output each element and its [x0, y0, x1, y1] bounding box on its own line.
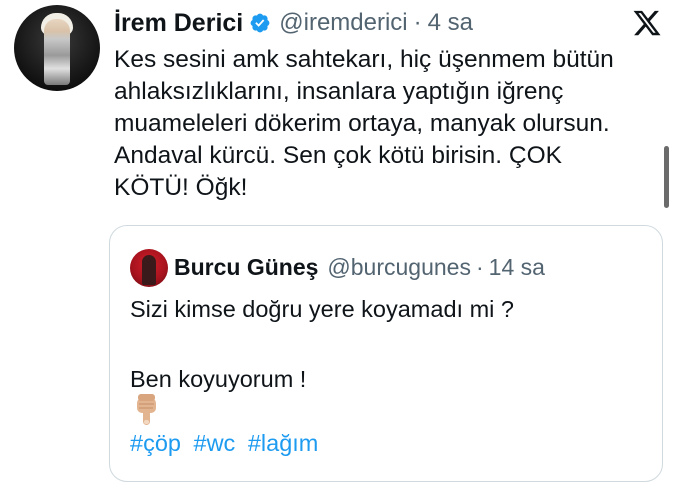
hashtag-link[interactable]: #wc: [194, 430, 236, 456]
tweet[interactable]: İrem Derici @iremderici · 4 sa Kes sesin…: [0, 0, 680, 493]
scrollbar[interactable]: [664, 146, 669, 208]
tweet-text-line: Andaval kürcü. Sen çok kötü birisin. ÇOK: [114, 142, 563, 169]
tweet-text-line: Kes sesini amk sahtekarı, hiç üşenmem bü…: [114, 46, 614, 73]
quoted-timestamp[interactable]: 14 sa: [489, 254, 545, 281]
avatar-figure: [44, 19, 70, 85]
hashtag-link[interactable]: #lağım: [248, 430, 319, 456]
avatar[interactable]: [14, 5, 100, 91]
quoted-avatar-figure: [142, 255, 156, 285]
tweet-header: İrem Derici @iremderici · 4 sa: [114, 6, 473, 40]
quoted-avatar[interactable]: [130, 249, 168, 287]
display-name[interactable]: İrem Derici: [114, 9, 243, 38]
tweet-text-line: ahlaksızlıklarını, insanlara yaptığın iğ…: [114, 78, 564, 105]
timestamp[interactable]: 4 sa: [428, 9, 473, 37]
quoted-handle[interactable]: @burcugunes: [327, 254, 471, 281]
quoted-tweet[interactable]: Burcu Güneş @burcugunes · 14 sa Sizi kim…: [109, 225, 663, 482]
verified-badge-icon[interactable]: [249, 12, 271, 34]
separator-dot: ·: [413, 9, 422, 36]
tweet-text: Kes sesini amk sahtekarı, hiç üşenmem bü…: [114, 44, 654, 204]
quoted-text-line: Sizi kimse doğru yere koyamadı mi ?: [130, 296, 514, 322]
x-logo-icon[interactable]: [632, 8, 662, 38]
hashtag-row: #çöp #wc #lağım: [130, 430, 324, 457]
quoted-display-name[interactable]: Burcu Güneş: [174, 254, 318, 281]
handle[interactable]: @iremderici: [279, 9, 407, 37]
quoted-header: Burcu Güneş @burcugunes · 14 sa: [174, 250, 545, 284]
tweet-text-line: KÖTÜ! Öğk!: [114, 174, 248, 201]
pointing-down-hand-icon: [137, 394, 156, 425]
tweet-text-line: muameleleri dökerim ortaya, manyak olurs…: [114, 110, 610, 137]
quoted-text-line: Ben koyuyorum !: [130, 366, 307, 392]
quoted-separator-dot: ·: [475, 253, 484, 280]
hashtag-link[interactable]: #çöp: [130, 430, 181, 456]
